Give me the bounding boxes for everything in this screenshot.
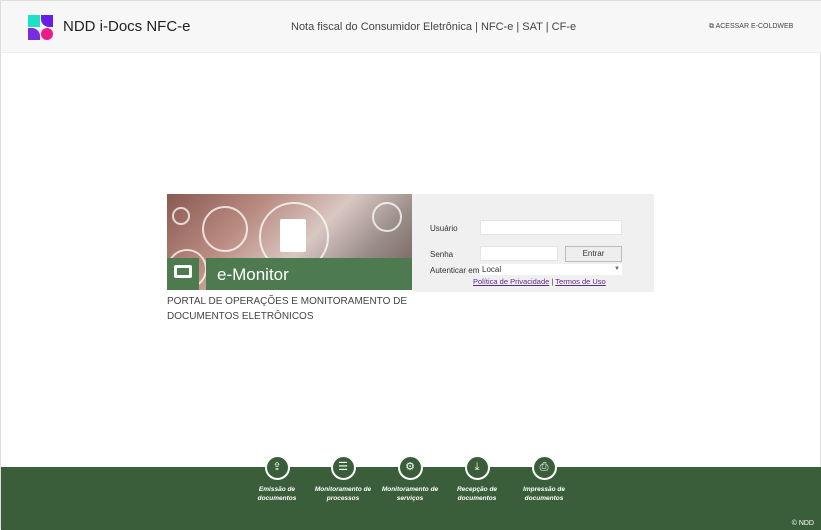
chevron-down-icon: ▼	[614, 266, 620, 272]
entrar-button[interactable]: Entrar	[565, 246, 622, 262]
monitor-icon-box	[167, 258, 199, 290]
password-input[interactable]	[480, 246, 558, 261]
footer-item-label: Impressão de documentos	[523, 486, 565, 502]
printer-icon: ⎙	[531, 455, 557, 480]
footer-item-label: Emissão de documentos	[257, 486, 297, 502]
auth-select[interactable]: Local ▼	[480, 264, 622, 275]
footer-item-label: Recepção de documentos	[456, 486, 498, 502]
external-link-label: ACESSAR E-COLDWEB	[715, 23, 794, 30]
footer-item-label: Monitoramento de serviços	[381, 486, 439, 502]
portal-description: PORTAL DE OPERAÇÕES E MONITORAMENTO DE D…	[167, 296, 408, 322]
acessar-ecoldweb-link[interactable]: ⧉ ACESSAR E-COLDWEB	[709, 23, 793, 31]
user-label: Usuário	[430, 224, 458, 233]
password-label: Senha	[430, 250, 454, 259]
download-tray-icon: ⤓	[464, 455, 490, 480]
footer-item-label: Monitoramento de processos	[314, 486, 372, 502]
gears-icon: ⚙	[397, 455, 423, 480]
footer-item-monitoramento-servicos[interactable]: ⚙ Monitoramento de serviços	[375, 455, 445, 503]
footer-item-monitoramento-processos[interactable]: ☰ Monitoramento de processos	[308, 455, 378, 503]
header-subtitle: Nota fiscal do Consumidor Eletrônica | N…	[291, 21, 577, 33]
auth-label: Autenticar em	[430, 266, 480, 275]
login-form: Usuário Senha Entrar Autenticar em Local…	[412, 194, 654, 292]
banner-title: e-Monitor	[217, 265, 289, 284]
privacy-policy-link[interactable]: Política de Privacidade	[473, 277, 549, 286]
link-separator: |	[551, 277, 554, 286]
ndd-logo	[28, 15, 54, 41]
document-icon	[280, 219, 306, 252]
emonitor-banner: e-Monitor	[167, 194, 412, 290]
footer-item-emissao[interactable]: ⇪ Emissão de documentos	[242, 455, 312, 503]
sliders-icon: ☰	[330, 455, 356, 480]
monitor-icon	[174, 265, 192, 278]
footer-item-recepcao[interactable]: ⤓ Recepção de documentos	[442, 455, 512, 503]
auth-selected-value: Local	[482, 265, 502, 274]
app-title: NDD i-Docs NFC-e	[63, 18, 191, 35]
copyright: © NDD	[791, 520, 814, 527]
upload-tray-icon: ⇪	[264, 455, 290, 480]
footer-item-impressao[interactable]: ⎙ Impressão de documentos	[509, 455, 579, 503]
terms-link[interactable]: Termos de Uso	[555, 277, 605, 286]
user-input[interactable]	[480, 220, 622, 235]
header: NDD i-Docs NFC-e Nota fiscal do Consumid…	[1, 1, 821, 53]
